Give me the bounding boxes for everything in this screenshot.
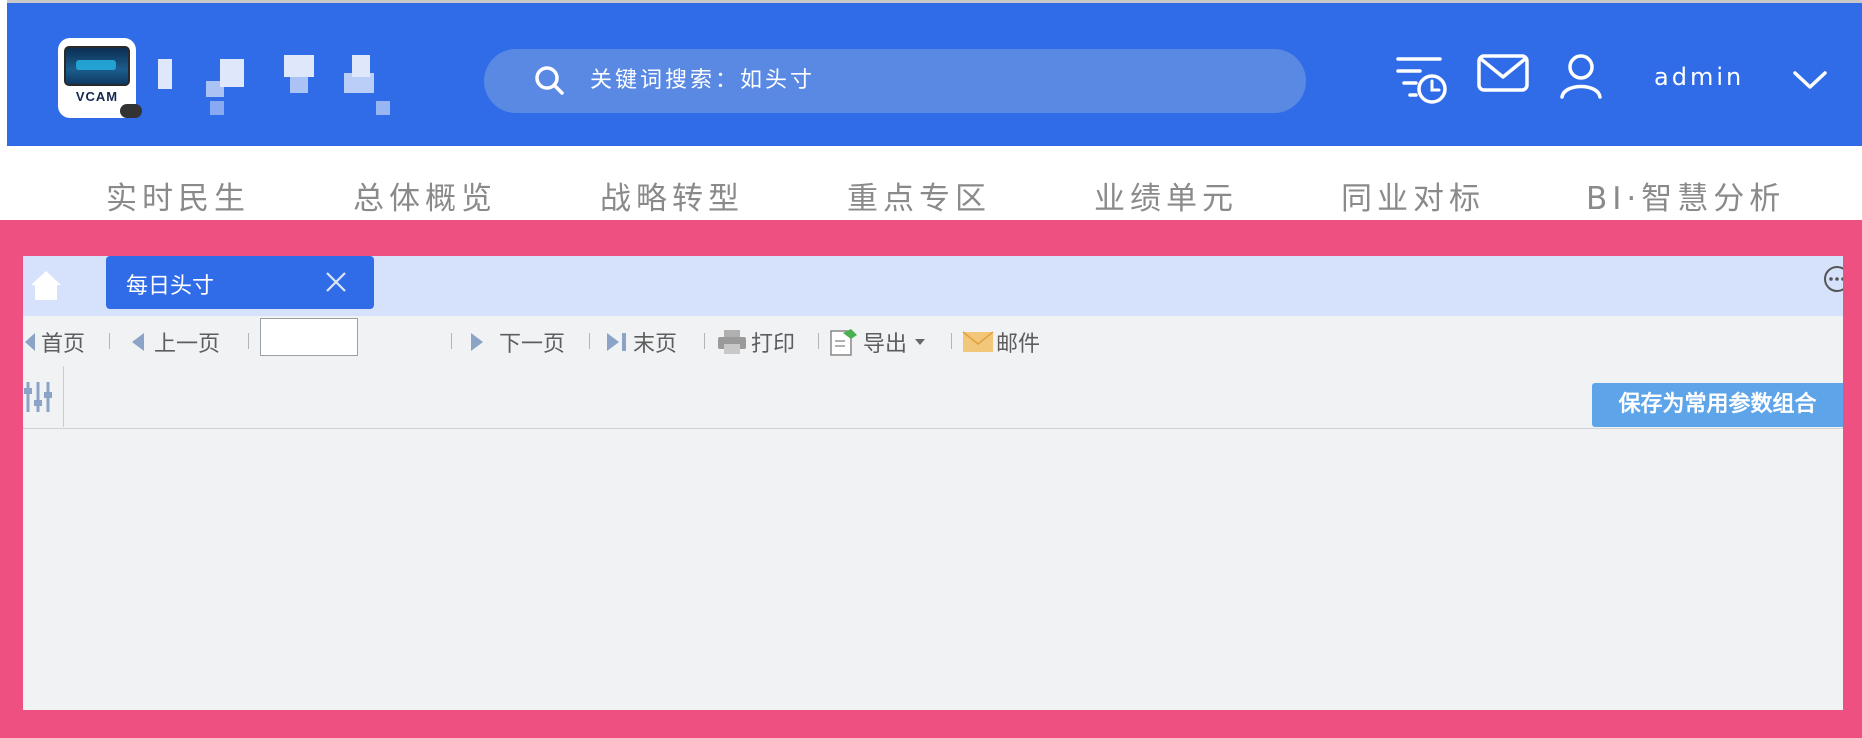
last-page-button[interactable]: 末页	[605, 326, 677, 358]
prev-page-button[interactable]: 上一页	[128, 326, 220, 358]
main-nav: 实时民生 总体概览 战略转型 重点专区 业绩单元 同业对标 BI·智慧分析	[0, 146, 1862, 220]
prev-page-label: 上一页	[154, 332, 221, 357]
last-page-icon	[607, 333, 626, 351]
export-button[interactable]: 导出	[829, 326, 927, 358]
export-icon	[830, 329, 857, 356]
first-page-label: 首页	[41, 332, 86, 357]
toolbar-divider	[248, 333, 249, 349]
app-logo[interactable]: VCAM	[58, 38, 142, 118]
toolbar-divider	[818, 333, 819, 349]
page-number-input[interactable]	[260, 318, 358, 356]
close-icon[interactable]	[324, 270, 348, 294]
chevron-down-icon[interactable]	[1792, 69, 1828, 91]
blurred-system-name	[140, 51, 410, 121]
next-page-icon	[471, 333, 483, 351]
tab-daily-position[interactable]: 每日头寸	[106, 256, 374, 309]
mail-button[interactable]: 邮件	[962, 326, 1040, 358]
toolbar-divider	[451, 333, 452, 349]
nav-item-focus-zone[interactable]: 重点专区	[847, 173, 991, 218]
tab-bar: 每日头寸	[23, 256, 1843, 316]
toolbar-divider	[109, 333, 110, 349]
nav-item-benchmark[interactable]: 同业对标	[1341, 173, 1485, 218]
report-toolbar: 首页 上一页 下一页 末页 打印 导出 邮件	[23, 318, 1843, 367]
export-label: 导出	[863, 332, 908, 357]
tab-label: 每日头寸	[126, 274, 215, 299]
toolbar-divider	[589, 333, 590, 349]
home-icon[interactable]	[27, 266, 65, 304]
next-page-label: 下一页	[499, 332, 566, 357]
search-bar[interactable]: 关键词搜索：如头寸	[484, 49, 1306, 113]
sliders-icon	[24, 382, 52, 412]
user-icon[interactable]	[1558, 53, 1604, 99]
top-header: VCAM 关键词搜索：如头寸 admin	[0, 0, 1862, 146]
report-panel: 每日头寸 首页 上一页 下一页 末页 打印 导出 邮件 保存为常用参数组合	[23, 256, 1843, 710]
mail-icon[interactable]	[1476, 53, 1530, 95]
nav-item-bi-analysis[interactable]: BI·智慧分析	[1586, 173, 1785, 218]
envelope-icon	[962, 331, 994, 352]
first-page-button[interactable]: 首页	[23, 326, 85, 358]
last-page-label: 末页	[633, 332, 678, 357]
username-label[interactable]: admin	[1654, 63, 1744, 91]
report-body	[23, 429, 1843, 710]
save-param-combo-button[interactable]: 保存为常用参数组合	[1592, 383, 1843, 427]
nav-item-performance[interactable]: 业绩单元	[1094, 173, 1238, 218]
logo-badge	[120, 104, 142, 118]
prev-page-icon	[132, 333, 144, 351]
dropdown-caret-icon	[915, 339, 926, 345]
parameter-row: 保存为常用参数组合	[23, 366, 1843, 429]
search-input[interactable]: 关键词搜索：如头寸	[590, 49, 815, 113]
history-icon[interactable]	[1394, 53, 1448, 109]
logo-text: VCAM	[75, 89, 119, 104]
toolbar-divider	[704, 333, 705, 349]
toolbar-divider	[951, 333, 952, 349]
nav-item-strategy[interactable]: 战略转型	[600, 173, 744, 218]
nav-item-realtime[interactable]: 实时民生	[106, 173, 250, 218]
next-page-button[interactable]: 下一页	[469, 326, 565, 358]
search-icon	[535, 66, 564, 95]
nav-item-overview[interactable]: 总体概览	[353, 173, 497, 218]
print-label: 打印	[751, 332, 796, 357]
mail-label: 邮件	[996, 332, 1041, 357]
printer-icon	[718, 330, 746, 354]
more-icon[interactable]	[1823, 264, 1843, 294]
filter-settings-button[interactable]	[23, 366, 64, 427]
logo-screen-graphic	[64, 46, 130, 86]
print-button[interactable]: 打印	[717, 326, 795, 358]
first-page-icon	[25, 333, 35, 351]
